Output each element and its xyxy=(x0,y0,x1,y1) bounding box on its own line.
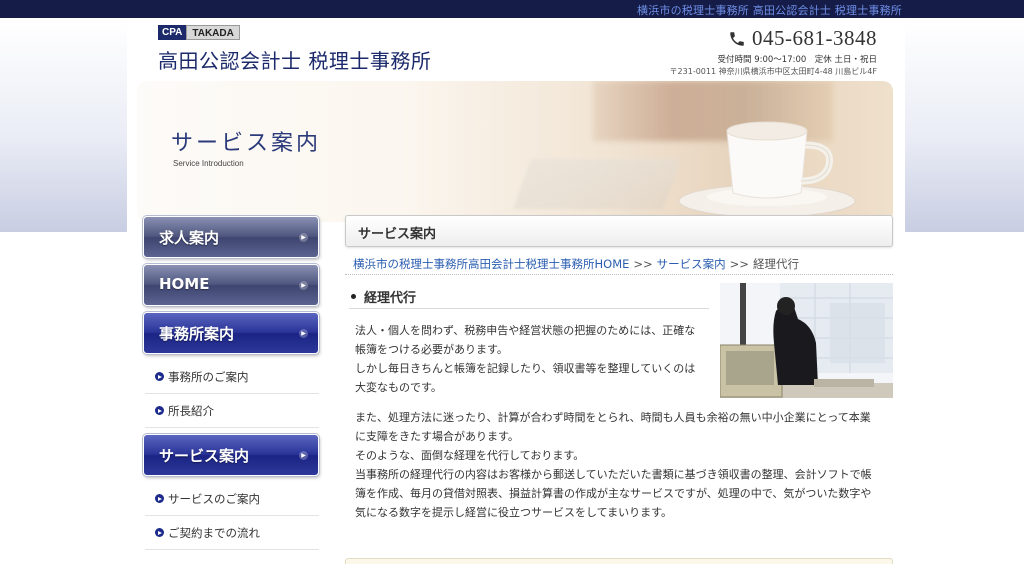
sub-item-service-info[interactable]: サービスのご案内 xyxy=(145,482,319,516)
chevron-right-icon: ▶ xyxy=(299,451,308,460)
sidebar: 求人案内 ▶ HOME ▶ 事務所案内 ▶ 事務所のご案内 所長紹介 サービス案… xyxy=(143,216,321,556)
text-line: 帳簿をつける必要があります。 xyxy=(355,343,508,356)
top-bar: 横浜市の税理士事務所 高田公認会計士 税理士事務所 xyxy=(0,0,1024,18)
text-line: 大変なものです。 xyxy=(355,381,442,394)
phone-icon xyxy=(730,31,744,46)
text-line: 簿を作成、毎月の貸借対照表、損益計算書の作成が主なサービスですが、処理の中で、気… xyxy=(355,487,872,500)
logo-takada: TAKADA xyxy=(186,25,240,40)
sub-item-label: ご契約までの流れ xyxy=(168,525,260,540)
text-line: しかし毎日きちんと帳簿を記録したり、領収書等を整理していくのは xyxy=(355,362,696,375)
nav-label: HOME xyxy=(159,275,210,293)
breadcrumb-separator: >> xyxy=(729,257,749,271)
text-line: そのような、面倒な経理を代行しております。 xyxy=(355,449,585,462)
text-line: 気になる数字を提示し経営に役立つサービスをしてまいります。 xyxy=(355,506,673,519)
hero-subtitle: Service Introduction xyxy=(173,159,244,168)
hero-banner: サービス案内 Service Introduction xyxy=(137,81,893,222)
nav-recruit[interactable]: 求人案内 ▶ xyxy=(143,216,319,258)
text-line: 法人・個人を問わず、税務申告や経営状態の把握のためには、正確な xyxy=(355,324,696,337)
breadcrumb: 横浜市の税理士事務所高田会計士税理士事務所HOME >> サービス案内 >> 経理代行 xyxy=(345,253,893,275)
breadcrumb-home-link[interactable]: 横浜市の税理士事務所高田会計士税理士事務所HOME xyxy=(353,257,629,271)
chevron-right-icon: ▶ xyxy=(299,233,308,242)
circle-arrow-icon xyxy=(155,406,164,415)
breadcrumb-services-link[interactable]: サービス案内 xyxy=(657,257,726,271)
topbar-tagline: 横浜市の税理士事務所 高田公認会計士 税理士事務所 xyxy=(637,4,902,17)
next-section-box xyxy=(345,558,893,564)
circle-arrow-icon xyxy=(155,528,164,537)
sub-item-director[interactable]: 所長紹介 xyxy=(145,394,319,428)
nav-label: 求人案内 xyxy=(159,229,220,247)
sub-item-label: 所長紹介 xyxy=(168,403,214,418)
nav-services[interactable]: サービス案内 ▶ xyxy=(143,434,319,476)
section-title-text: 経理代行 xyxy=(364,291,417,306)
nav-label: サービス案内 xyxy=(159,447,250,465)
office-submenu: 事務所のご案内 所長紹介 xyxy=(143,360,321,428)
site-name[interactable]: 高田公認会計士 税理士事務所 xyxy=(158,45,431,74)
phone-number[interactable]: 045-681-3848 xyxy=(752,26,877,51)
hero-title: サービス案内 xyxy=(171,131,322,156)
office-photo xyxy=(720,283,893,398)
nav-label: 事務所案内 xyxy=(159,325,235,343)
business-hours: 受付時間 9:00～17:00 定休 土日・祝日 xyxy=(717,55,878,65)
main-content: サービス案内 横浜市の税理士事務所高田会計士税理士事務所HOME >> サービス案内… xyxy=(345,215,893,564)
sub-item-label: サービスのご案内 xyxy=(168,491,260,506)
breadcrumb-current: 経理代行 xyxy=(752,257,799,271)
text-line: また、処理方法に迷ったり、計算が合わず時間をとられ、時間も人員も余裕の無い中小企… xyxy=(355,411,871,424)
nav-office[interactable]: 事務所案内 ▶ xyxy=(143,312,319,354)
breadcrumb-separator: >> xyxy=(633,257,653,271)
contact-block: 045-681-3848 受付時間 9:00～17:00 定休 土日・祝日 〒2… xyxy=(670,26,877,77)
text-line: に支障をきたす場合があります。 xyxy=(355,430,519,443)
page-title: サービス案内 xyxy=(345,215,893,247)
circle-arrow-icon xyxy=(155,494,164,503)
service-submenu: サービスのご案内 ご契約までの流れ xyxy=(143,482,321,550)
chevron-right-icon: ▶ xyxy=(299,281,308,290)
sub-item-contract-flow[interactable]: ご契約までの流れ xyxy=(145,516,319,550)
sub-item-label: 事務所のご案内 xyxy=(168,369,249,384)
logo-cpa: CPA xyxy=(158,25,187,40)
detail-paragraph: また、処理方法に迷ったり、計算が合わず時間をとられ、時間も人員も余裕の無い中小企… xyxy=(355,408,893,522)
intro-paragraph: 法人・個人を問わず、税務申告や経営状態の把握のためには、正確な 帳簿をつける必要… xyxy=(355,321,715,397)
section-title: 経理代行 xyxy=(349,285,709,309)
circle-arrow-icon xyxy=(155,372,164,381)
text-line: 当事務所の経理代行の内容はお客様から郵送していただいた書類に基づき領収書の整理、… xyxy=(355,468,872,481)
logo[interactable]: CPA TAKADA xyxy=(158,25,240,40)
hero-book-image xyxy=(512,159,682,209)
chevron-right-icon: ▶ xyxy=(299,329,308,338)
nav-home[interactable]: HOME ▶ xyxy=(143,264,319,306)
sub-item-office-info[interactable]: 事務所のご案内 xyxy=(145,360,319,394)
address: 〒231-0011 神奈川県横浜市中区太田町4-48 川島ビル4F xyxy=(669,67,877,76)
bullet-icon xyxy=(351,294,356,299)
coffee-cup-image xyxy=(678,121,856,218)
